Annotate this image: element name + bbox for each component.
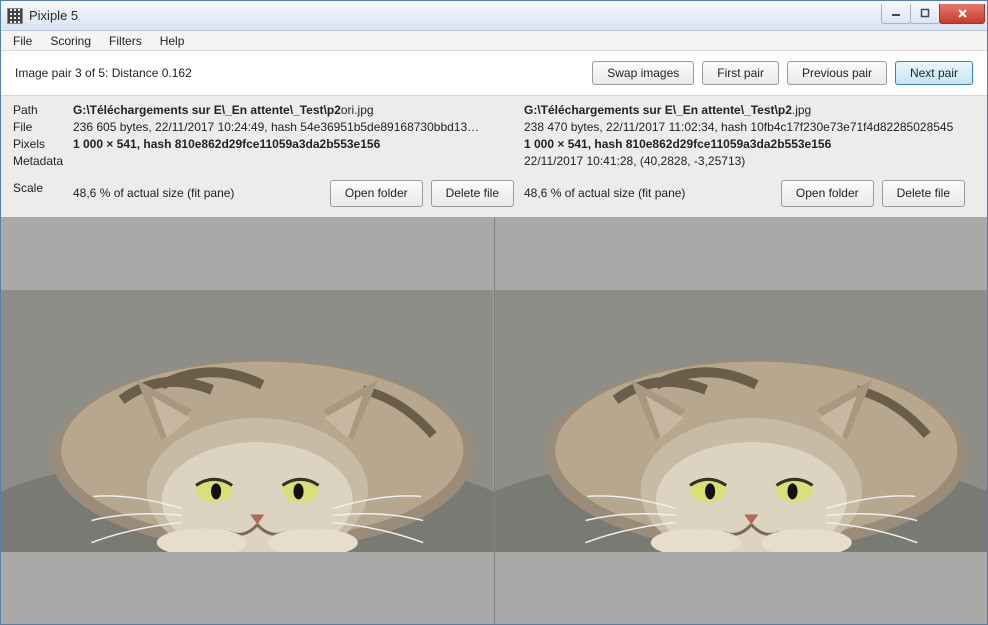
right-metadata: 22/11/2017 10:41:28, (40,2828, -3,25713) <box>524 153 965 170</box>
app-icon <box>7 8 23 24</box>
left-image <box>1 290 494 552</box>
menu-filters[interactable]: Filters <box>101 32 150 50</box>
left-pixels: 1 000 × 541, hash 810e862d29fce11059a3da… <box>73 136 514 153</box>
window-controls <box>882 4 985 24</box>
left-delete-file-button[interactable]: Delete file <box>431 180 514 207</box>
titlebar: Pixiple 5 <box>1 1 987 31</box>
info-labels: Path File Pixels Metadata Scale <box>13 102 73 207</box>
menu-help[interactable]: Help <box>152 32 193 50</box>
pair-status: Image pair 3 of 5: Distance 0.162 <box>15 66 192 80</box>
left-open-folder-button[interactable]: Open folder <box>330 180 423 207</box>
left-scale: 48,6 % of actual size (fit pane) <box>73 185 322 202</box>
menu-file[interactable]: File <box>5 32 40 50</box>
window-title: Pixiple 5 <box>29 8 78 23</box>
right-info-column: G:\Téléchargements sur E\_En attente\_Te… <box>524 102 975 207</box>
minimize-icon <box>891 8 901 18</box>
left-image-pane[interactable] <box>1 217 495 624</box>
right-path-prefix: G:\Téléchargements sur E\_En attente\_Te… <box>524 103 792 117</box>
left-path-suffix: ori.jpg <box>341 103 374 117</box>
label-path: Path <box>13 102 67 119</box>
right-open-folder-button[interactable]: Open folder <box>781 180 874 207</box>
label-pixels: Pixels <box>13 136 67 153</box>
label-metadata: Metadata <box>13 153 67 170</box>
maximize-icon <box>920 8 930 18</box>
toolbar: Image pair 3 of 5: Distance 0.162 Swap i… <box>1 51 987 95</box>
right-pixels: 1 000 × 541, hash 810e862d29fce11059a3da… <box>524 136 965 153</box>
right-image-pane[interactable] <box>495 217 988 624</box>
left-info-column: G:\Téléchargements sur E\_En attente\_Te… <box>73 102 524 207</box>
left-metadata <box>73 153 514 170</box>
menubar: File Scoring Filters Help <box>1 31 987 51</box>
maximize-button[interactable] <box>910 4 940 24</box>
swap-images-button[interactable]: Swap images <box>592 61 694 85</box>
info-panel: Path File Pixels Metadata Scale G:\Téléc… <box>1 95 987 217</box>
right-path-suffix: .jpg <box>792 103 811 117</box>
close-button[interactable] <box>939 4 985 24</box>
right-image <box>495 290 988 552</box>
right-delete-file-button[interactable]: Delete file <box>882 180 965 207</box>
first-pair-button[interactable]: First pair <box>702 61 779 85</box>
minimize-button[interactable] <box>881 4 911 24</box>
next-pair-button[interactable]: Next pair <box>895 61 973 85</box>
label-file: File <box>13 119 67 136</box>
previous-pair-button[interactable]: Previous pair <box>787 61 887 85</box>
left-path-prefix: G:\Téléchargements sur E\_En attente\_Te… <box>73 103 341 117</box>
right-path: G:\Téléchargements sur E\_En attente\_Te… <box>524 102 965 119</box>
left-file: 236 605 bytes, 22/11/2017 10:24:49, hash… <box>73 119 514 136</box>
close-icon <box>957 8 968 19</box>
label-scale: Scale <box>13 180 67 197</box>
image-panes <box>1 217 987 624</box>
menu-scoring[interactable]: Scoring <box>42 32 99 50</box>
right-scale: 48,6 % of actual size (fit pane) <box>524 185 773 202</box>
left-path: G:\Téléchargements sur E\_En attente\_Te… <box>73 102 514 119</box>
right-file: 238 470 bytes, 22/11/2017 11:02:34, hash… <box>524 119 965 136</box>
